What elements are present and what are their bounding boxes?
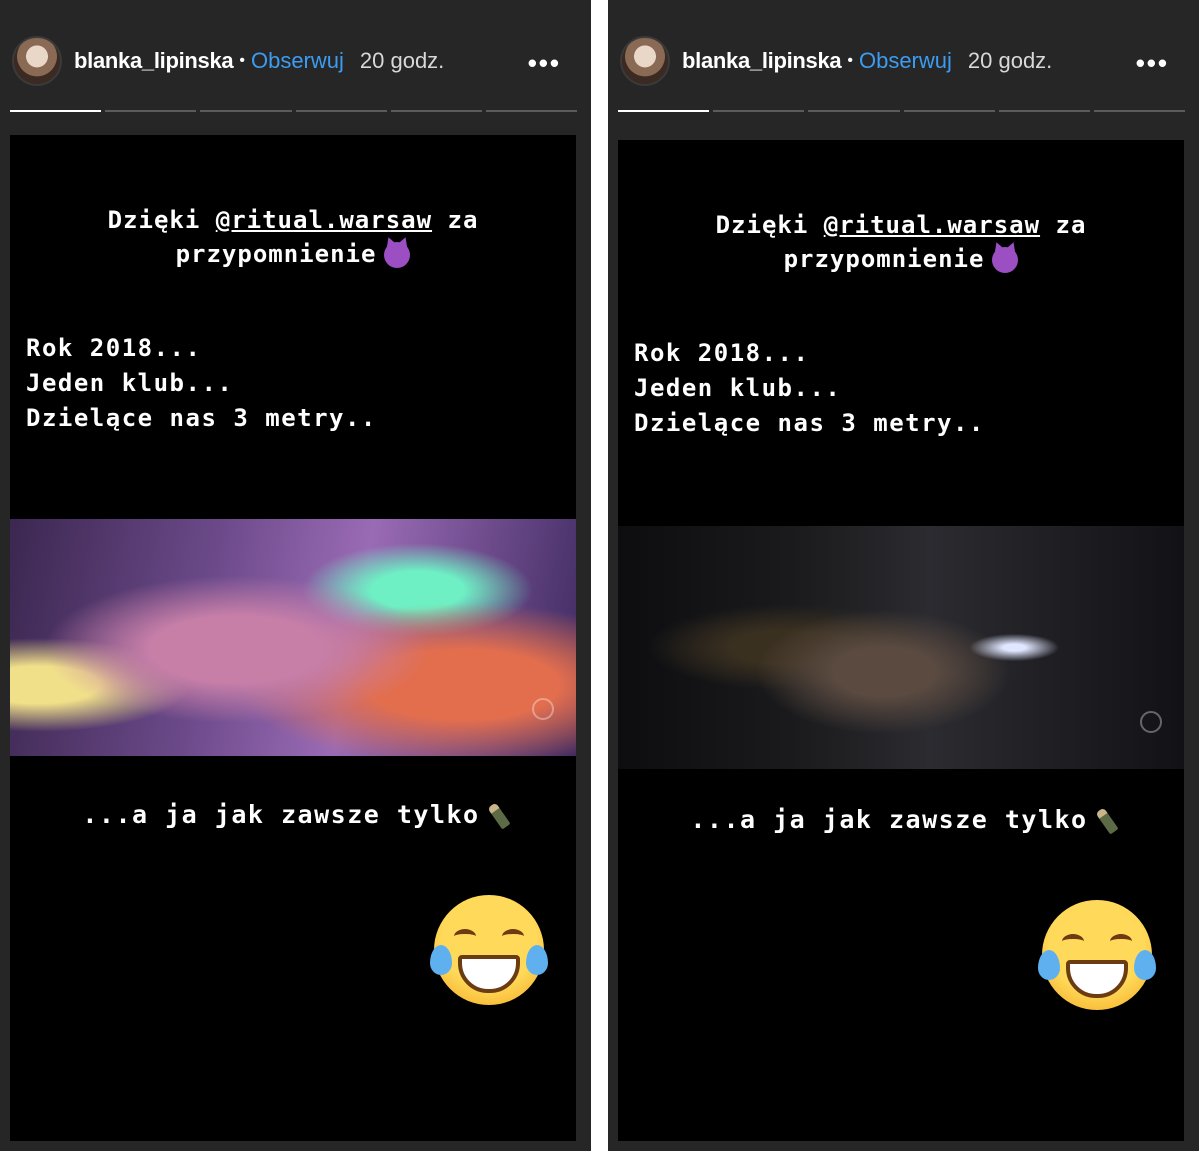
thanks-suffix: za xyxy=(1040,211,1087,239)
watermark-icon xyxy=(1140,711,1162,733)
thanks-text: Dzięki @ritual.warsaw za przypomnienie xyxy=(618,208,1184,276)
video-clip[interactable] xyxy=(10,519,576,756)
story-timestamp: 20 godz. xyxy=(359,48,445,73)
progress-segment xyxy=(485,110,578,112)
watermark-icon xyxy=(532,698,554,720)
story-panel-left: blanka_lipinska • Obserwuj 20 godz. ••• … xyxy=(0,0,591,1151)
separator-dot: • xyxy=(239,52,245,69)
video-clip[interactable] xyxy=(618,526,1184,769)
thanks-suffix: za xyxy=(432,206,479,234)
tears-of-joy-icon xyxy=(430,895,548,1005)
progress-segment xyxy=(105,110,197,112)
progress-segment xyxy=(808,110,900,112)
smiling-devil-icon xyxy=(384,242,411,268)
champagne-bottle-icon xyxy=(1095,807,1119,835)
avatar[interactable] xyxy=(12,36,62,86)
line-year: Rok 2018... xyxy=(634,339,810,367)
progress-segment xyxy=(998,110,1090,112)
caption-text: ...a ja jak zawsze tylko xyxy=(690,805,1088,834)
follow-button[interactable]: Obserwuj xyxy=(251,48,344,74)
separator-dot: • xyxy=(847,52,853,69)
story-header: blanka_lipinska • Obserwuj 20 godz. ••• xyxy=(0,0,591,110)
mention-link[interactable]: @ritual.warsaw xyxy=(216,206,432,234)
mention-link[interactable]: @ritual.warsaw xyxy=(824,211,1040,239)
avatar[interactable] xyxy=(620,36,670,86)
header-text: blanka_lipinska • Obserwuj 20 godz. xyxy=(74,46,444,76)
line-club: Jeden klub... xyxy=(26,369,234,397)
progress-segment xyxy=(1093,110,1186,112)
thanks-line2: przypomnienie xyxy=(783,245,985,273)
story-progress-bar xyxy=(10,110,578,113)
story-timestamp: 20 godz. xyxy=(967,48,1053,73)
header-text: blanka_lipinska • Obserwuj 20 godz. xyxy=(682,46,1052,76)
story-progress-bar xyxy=(618,110,1186,113)
story-panel-right: blanka_lipinska • Obserwuj 20 godz. ••• … xyxy=(608,0,1199,1151)
thanks-text: Dzięki @ritual.warsaw za przypomnienie xyxy=(10,203,576,271)
line-club: Jeden klub... xyxy=(634,374,842,402)
caption: ...a ja jak zawsze tylko xyxy=(10,800,576,830)
username-link[interactable]: blanka_lipinska xyxy=(74,48,234,74)
story-content[interactable]: Dzięki @ritual.warsaw za przypomnienie R… xyxy=(618,140,1184,1141)
thanks-prefix: Dzięki xyxy=(107,206,216,234)
follow-button[interactable]: Obserwuj xyxy=(859,48,952,74)
progress-segment xyxy=(903,110,995,112)
progress-segment xyxy=(10,110,102,112)
story-lines: Rok 2018... Jeden klub... Dzielące nas 3… xyxy=(26,331,377,436)
username-link[interactable]: blanka_lipinska xyxy=(682,48,842,74)
progress-segment xyxy=(390,110,482,112)
caption-text: ...a ja jak zawsze tylko xyxy=(82,800,480,829)
progress-segment xyxy=(295,110,387,112)
tears-of-joy-icon xyxy=(1038,900,1156,1010)
more-options-icon[interactable]: ••• xyxy=(1136,48,1169,79)
thanks-line2: przypomnienie xyxy=(175,240,377,268)
line-distance: Dzielące nas 3 metry.. xyxy=(26,404,377,432)
progress-segment xyxy=(618,110,710,112)
line-distance: Dzielące nas 3 metry.. xyxy=(634,409,985,437)
more-options-icon[interactable]: ••• xyxy=(528,48,561,79)
line-year: Rok 2018... xyxy=(26,334,202,362)
story-lines: Rok 2018... Jeden klub... Dzielące nas 3… xyxy=(634,336,985,441)
story-header: blanka_lipinska • Obserwuj 20 godz. ••• xyxy=(608,0,1199,110)
champagne-bottle-icon xyxy=(487,802,511,830)
story-content[interactable]: Dzięki @ritual.warsaw za przypomnienie R… xyxy=(10,135,576,1141)
thanks-prefix: Dzięki xyxy=(715,211,824,239)
smiling-devil-icon xyxy=(992,247,1019,273)
caption: ...a ja jak zawsze tylko xyxy=(618,805,1184,835)
progress-segment xyxy=(200,110,292,112)
progress-segment xyxy=(713,110,805,112)
